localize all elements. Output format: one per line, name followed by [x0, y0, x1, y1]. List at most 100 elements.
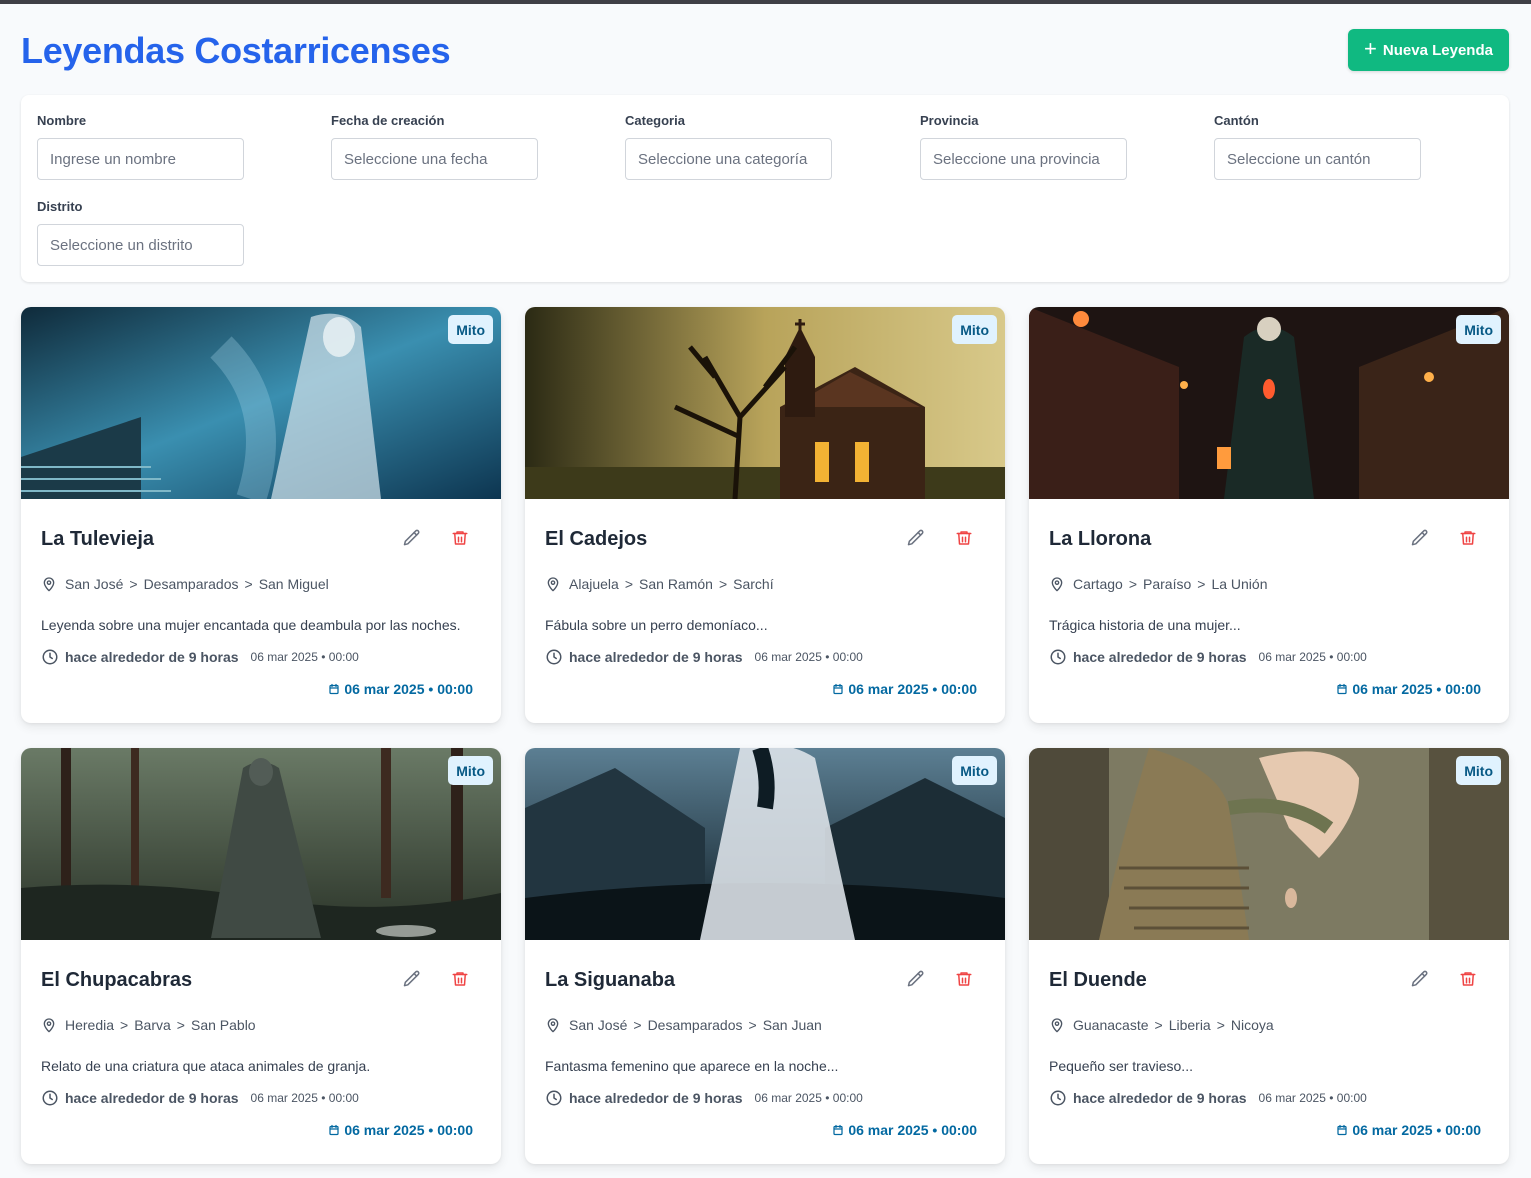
footer-date-text: 06 mar 2025 • 00:00	[848, 681, 977, 697]
absolute-time: 06 mar 2025 • 00:00	[250, 650, 359, 664]
timestamp-row: hace alrededor de 9 horas 06 mar 2025 • …	[41, 648, 359, 666]
location-provincia: Heredia	[65, 1017, 115, 1033]
district-select[interactable]	[37, 224, 244, 266]
category-badge: Mito	[448, 756, 493, 785]
clock-icon	[546, 649, 562, 665]
filter-distrito: Distrito	[37, 199, 244, 266]
clock-icon	[546, 1090, 562, 1106]
trash-icon	[452, 531, 468, 545]
footer-date: 06 mar 2025 • 00:00	[832, 1122, 977, 1138]
legend-description: Fantasma femenino que aparece en la noch…	[545, 1058, 839, 1074]
footer-date: 06 mar 2025 • 00:00	[328, 1122, 473, 1138]
footer-date-text: 06 mar 2025 • 00:00	[344, 681, 473, 697]
location-canton: Paraíso	[1143, 576, 1192, 592]
legend-card[interactable]: Mito La Siguanaba San José > Desamparados >…	[525, 748, 1005, 1164]
location-separator: >	[1154, 1017, 1163, 1033]
clock-icon	[1050, 1090, 1066, 1106]
location-canton: Desamparados	[143, 576, 239, 592]
filter-categoria: Categoria	[625, 113, 832, 180]
legend-image	[525, 748, 1005, 940]
map-pin-icon	[43, 1018, 55, 1033]
category-badge: Mito	[1456, 756, 1501, 785]
location-provincia: Guanacaste	[1073, 1017, 1149, 1033]
legend-card[interactable]: Mito El Chupacabras Heredia > Barva > San Pa…	[21, 748, 501, 1164]
location-distrito: San Pablo	[190, 1017, 256, 1033]
delete-button[interactable]	[1456, 526, 1480, 550]
filter-provincia: Provincia	[920, 113, 1127, 180]
date-input[interactable]	[331, 138, 538, 180]
relative-time: hace alrededor de 9 horas	[1073, 649, 1247, 665]
legend-title: La Siguanaba	[545, 969, 676, 991]
location: San José > Desamparados > San Miguel	[41, 576, 329, 592]
footer-date-text: 06 mar 2025 • 00:00	[1352, 1122, 1481, 1138]
clock-icon	[1050, 649, 1066, 665]
legend-image	[1029, 307, 1509, 499]
legend-card[interactable]: Mito El Cadejos Alajuela > San Ramón > Sarch…	[525, 307, 1005, 723]
location-distrito: San Miguel	[258, 576, 329, 592]
pencil-icon	[1411, 529, 1428, 546]
location-separator: >	[1128, 576, 1137, 592]
edit-button[interactable]	[1408, 526, 1432, 550]
edit-button[interactable]	[400, 967, 424, 991]
edit-button[interactable]	[904, 967, 928, 991]
location-canton: San Ramón	[639, 576, 713, 592]
pencil-icon	[403, 970, 420, 987]
timestamp-row: hace alrededor de 9 horas 06 mar 2025 • …	[545, 1089, 863, 1107]
location-distrito: San Juan	[762, 1017, 822, 1033]
footer-date: 06 mar 2025 • 00:00	[832, 681, 977, 697]
delete-button[interactable]	[1456, 967, 1480, 991]
footer-date: 06 mar 2025 • 00:00	[328, 681, 473, 697]
trash-icon	[452, 972, 468, 986]
legend-card[interactable]: Mito La Llorona Cartago > Paraíso > La Unión…	[1029, 307, 1509, 723]
legend-title: La Tulevieja	[41, 528, 155, 550]
location-separator: >	[718, 576, 728, 592]
canton-select[interactable]	[1214, 138, 1421, 180]
location-distrito: Nicoya	[1230, 1017, 1274, 1033]
delete-button[interactable]	[448, 526, 472, 550]
edit-button[interactable]	[1408, 967, 1432, 991]
category-select[interactable]	[625, 138, 832, 180]
legend-card[interactable]: Mito El Duende Guanacaste > Liberia > Nicoya…	[1029, 748, 1509, 1164]
footer-date: 06 mar 2025 • 00:00	[1336, 681, 1481, 697]
absolute-time: 06 mar 2025 • 00:00	[754, 650, 863, 664]
location-canton: Desamparados	[647, 1017, 743, 1033]
edit-button[interactable]	[904, 526, 928, 550]
edit-button[interactable]	[400, 526, 424, 550]
name-input[interactable]	[37, 138, 244, 180]
relative-time: hace alrededor de 9 horas	[569, 1090, 743, 1106]
category-badge: Mito	[952, 315, 997, 344]
filter-fecha-label: Fecha de creación	[331, 113, 445, 128]
trash-icon	[1460, 972, 1476, 986]
trash-icon	[956, 531, 972, 545]
location-provincia: Cartago	[1073, 576, 1123, 592]
location-separator: >	[624, 576, 634, 592]
location-provincia: Alajuela	[569, 576, 619, 592]
delete-button[interactable]	[952, 967, 976, 991]
map-pin-icon	[547, 1018, 559, 1033]
filter-categoria-label: Categoria	[625, 113, 685, 128]
map-pin-icon	[1051, 577, 1063, 592]
location: Heredia > Barva > San Pablo	[41, 1017, 256, 1033]
top-border	[0, 0, 1531, 4]
category-badge: Mito	[1456, 315, 1501, 344]
location-distrito: La Unión	[1211, 576, 1268, 592]
legend-card[interactable]: Mito La Tulevieja San José > Desamparados >…	[21, 307, 501, 723]
legend-description: Leyenda sobre una mujer encantada que de…	[41, 617, 461, 633]
map-pin-icon	[43, 577, 55, 592]
relative-time: hace alrededor de 9 horas	[569, 649, 743, 665]
legend-image	[525, 307, 1005, 499]
pencil-icon	[1411, 970, 1428, 987]
location-separator: >	[120, 1017, 129, 1033]
location-provincia: San José	[569, 1017, 628, 1033]
footer-date-text: 06 mar 2025 • 00:00	[848, 1122, 977, 1138]
location: Cartago > Paraíso > La Unión	[1049, 576, 1267, 592]
calendar-icon	[1337, 1124, 1347, 1136]
calendar-icon	[833, 1124, 843, 1136]
province-select[interactable]	[920, 138, 1127, 180]
delete-button[interactable]	[448, 967, 472, 991]
new-legend-button[interactable]: + Nueva Leyenda	[1348, 29, 1509, 71]
delete-button[interactable]	[952, 526, 976, 550]
filter-canton: Cantón	[1214, 113, 1421, 180]
legend-title: El Chupacabras	[41, 969, 193, 991]
location: San José > Desamparados > San Juan	[545, 1017, 822, 1033]
